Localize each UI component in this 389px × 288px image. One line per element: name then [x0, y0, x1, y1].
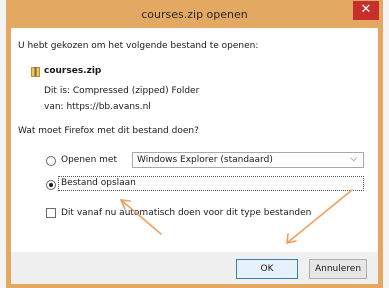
save-file-radio[interactable] [46, 180, 56, 190]
button-bar: OK Annuleren [11, 252, 378, 284]
open-with-label[interactable]: Openen met [61, 155, 117, 165]
chevron-down-icon: ⌵ [350, 154, 357, 164]
dialog-body: U hebt gekozen om het volgende bestand t… [11, 28, 378, 284]
zip-file-icon [31, 67, 40, 77]
window-title: courses.zip openen [141, 8, 248, 21]
close-icon: ✕ [360, 2, 372, 17]
download-dialog: courses.zip openen ✕ U hebt gekozen om h… [6, 0, 383, 288]
auto-action-checkbox[interactable] [46, 208, 56, 218]
title-bar[interactable]: courses.zip openen ✕ [6, 0, 383, 28]
auto-action-label[interactable]: Dit vanaf nu automatisch doen voor dit t… [61, 208, 311, 218]
file-source: van: https://bb.avans.nl [44, 102, 151, 112]
file-type: Dit is: Compressed (zipped) Folder [44, 86, 200, 96]
cancel-button[interactable]: Annuleren [309, 259, 367, 279]
open-with-app-value: Windows Explorer (standaard) [137, 155, 273, 165]
open-with-radio[interactable] [46, 156, 56, 166]
close-button[interactable]: ✕ [353, 1, 379, 20]
save-file-label[interactable]: Bestand opslaan [61, 178, 136, 188]
intro-text: U hebt gekozen om het volgende bestand t… [18, 41, 259, 51]
question-heading: Wat moet Firefox met dit bestand doen? [18, 126, 199, 136]
ok-button[interactable]: OK [236, 259, 298, 279]
open-with-app-select[interactable]: Windows Explorer (standaard) ⌵ [132, 152, 364, 168]
file-name: courses.zip [44, 66, 102, 76]
background-right-strip [382, 0, 389, 288]
